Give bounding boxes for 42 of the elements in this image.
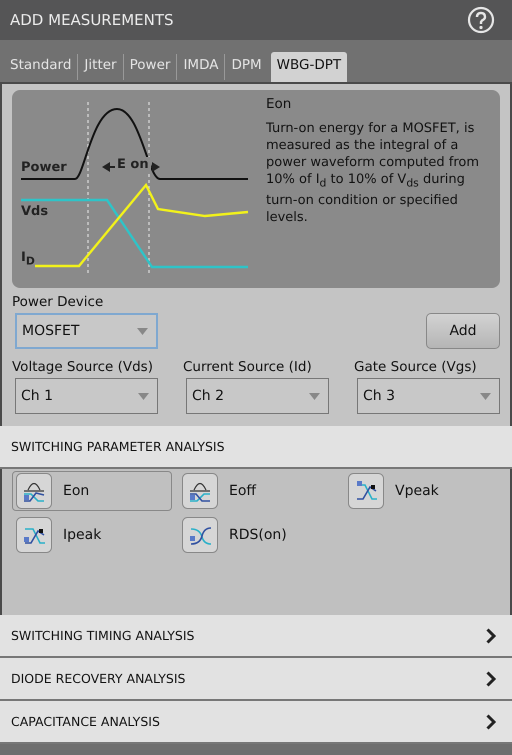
caret-icon (138, 392, 149, 400)
section-header[interactable]: SWITCHING TIMING ANALYSIS (0, 615, 512, 658)
dropdown[interactable]: Ch 3 (357, 378, 500, 414)
help-icon[interactable] (467, 6, 495, 34)
waveform-icon (348, 473, 384, 509)
dropdown[interactable]: Ch 1 (15, 378, 158, 414)
measurement-item[interactable]: Eoff (178, 471, 338, 511)
tab[interactable]: IMDA (177, 52, 224, 82)
waveform-icon (16, 473, 52, 509)
field-label: Current Source (Id) (183, 359, 313, 375)
tab[interactable]: DPM (225, 52, 268, 82)
measurement-title: Eon (266, 96, 292, 112)
dropdown[interactable]: Ch 2 (186, 378, 329, 414)
tab[interactable]: Jitter (78, 52, 123, 82)
section-header[interactable]: SWITCHING PARAMETER ANALYSIS (0, 426, 512, 469)
window-title: ADD MEASUREMENTS (10, 11, 174, 29)
chevron-right-icon (486, 628, 496, 644)
section-header[interactable]: CAPACITANCE ANALYSIS (0, 701, 512, 744)
measurement-item[interactable]: Vpeak (344, 471, 504, 511)
diagram-label: E on (115, 157, 151, 172)
dropdown[interactable]: MOSFET (15, 313, 158, 349)
waveform-icon (182, 473, 218, 509)
measurement-item[interactable]: Ipeak (12, 515, 172, 555)
add-button[interactable]: Add (426, 313, 500, 349)
caret-icon (480, 392, 491, 400)
caret-icon (137, 328, 148, 334)
measurement-item[interactable]: RDS(on) (178, 515, 338, 555)
waveform-icon (182, 517, 218, 553)
tab[interactable]: Power (124, 52, 176, 82)
caret-icon (309, 392, 320, 400)
chevron-right-icon (486, 714, 496, 730)
measurement-item[interactable]: Eon (12, 471, 172, 511)
chevron-right-icon (486, 670, 496, 686)
tab[interactable]: WBG-DPT (270, 52, 348, 82)
tab[interactable]: Standard (4, 52, 78, 82)
section-header[interactable]: DIODE RECOVERY ANALYSIS (0, 658, 512, 701)
diagram-label: I$_{D}$ (21, 250, 35, 268)
field-label: Gate Source (Vgs) (354, 359, 478, 375)
field-label: Power Device (12, 294, 104, 310)
field-label: Voltage Source (Vds) (12, 359, 154, 375)
waveform-icon (16, 517, 52, 553)
measurement-description: Turn-on energy for a MOSFET, is measured as the integral of a power waveform computed from 10% of I$_{d}$ to 10% of V$_{ds}$ during turn-on condition or specified levels. (266, 120, 480, 226)
